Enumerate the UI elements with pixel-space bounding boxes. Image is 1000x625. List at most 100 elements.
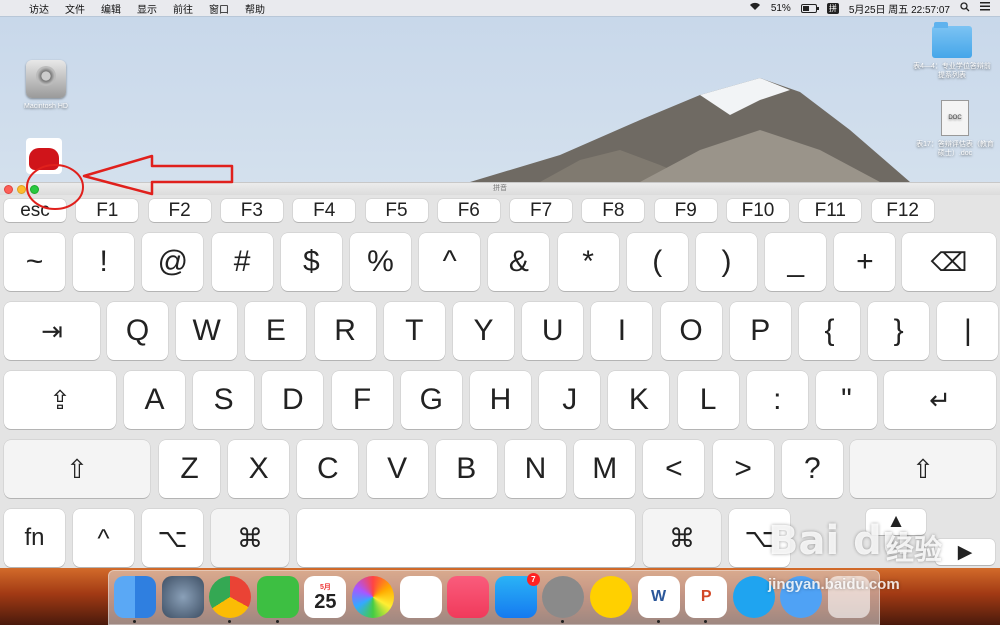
chrome-icon[interactable] [209,576,252,623]
desktop-icon-purse-app[interactable] [26,138,66,174]
battery-icon[interactable] [800,3,819,13]
key-delete[interactable]: ⌫ [902,233,996,291]
key-f10[interactable]: F10 [727,199,789,222]
key-a[interactable]: A [124,371,185,429]
key-m[interactable]: M [574,440,636,498]
key-shift-left[interactable]: ⇧ [4,440,150,498]
key-symbol-9[interactable]: : [746,371,808,429]
key-k[interactable]: K [608,371,670,429]
key-r[interactable]: R [314,302,376,360]
key-shift-right[interactable]: ⇧ [850,440,996,498]
menu-view[interactable]: 显示 [137,1,157,16]
key-c[interactable]: C [297,440,359,498]
key-symbol-11[interactable]: _ [765,233,827,291]
minimize-button[interactable] [17,185,26,194]
key-o[interactable]: O [660,302,722,360]
photos-icon[interactable] [352,576,394,618]
key-z[interactable]: Z [159,440,220,498]
key-v[interactable]: V [366,440,428,498]
menu-finder[interactable]: 访达 [29,1,49,16]
key-p[interactable]: P [729,302,791,360]
key-symbol-6[interactable]: ^ [419,233,481,291]
app-store-icon[interactable]: 7 [494,573,540,618]
key-symbol-7[interactable]: & [488,233,550,291]
launchpad-icon[interactable] [161,576,204,618]
key-f1[interactable]: F1 [76,199,139,222]
key-option-left[interactable]: ⌥ [142,509,203,567]
key-h[interactable]: H [470,371,531,429]
key-symbol-4[interactable]: $ [280,233,342,291]
key-symbol-3[interactable]: # [211,233,273,291]
battery-percent[interactable]: 51% [771,3,791,14]
menu-help[interactable]: 帮助 [245,1,265,16]
numbers-icon[interactable] [399,576,442,618]
calendar-icon[interactable]: 5月 25 [304,576,347,618]
wifi-icon[interactable] [749,2,761,14]
desktop-icon-folder[interactable]: 表4—4：专业学位答辩前提系列表 [912,22,992,80]
key-f2[interactable]: F2 [148,199,211,222]
key-t[interactable]: T [383,302,445,360]
key-symbol-5[interactable]: % [350,233,411,291]
key-esc[interactable]: esc [4,199,66,222]
key-symbol-10[interactable]: " [816,371,877,429]
key-n[interactable]: N [505,440,566,498]
key-symbol-7[interactable]: < [643,440,705,498]
key-i[interactable]: I [591,302,653,360]
key-symbol-12[interactable]: | [937,302,999,360]
key-y[interactable]: Y [453,302,514,360]
key-d[interactable]: D [262,371,324,429]
key-f11[interactable]: F11 [799,199,862,222]
key-symbol-9[interactable]: ( [626,233,688,291]
key-symbol-10[interactable]: ) [696,233,757,291]
key-symbol-2[interactable]: @ [142,233,204,291]
key-fn[interactable]: fn [4,509,65,567]
key-f7[interactable]: F7 [510,199,573,222]
key-f6[interactable]: F6 [437,199,500,222]
menu-file[interactable]: 文件 [65,1,85,16]
key-b[interactable]: B [435,440,497,498]
zoom-button[interactable] [30,185,39,194]
desktop-icon-macintosh-hd[interactable]: Macintosh HD [14,60,78,111]
key-tab[interactable]: ⇥ [4,302,100,360]
spotlight-search-icon[interactable] [960,1,970,15]
key-s[interactable]: S [193,371,255,429]
menu-go[interactable]: 前往 [173,1,193,16]
key-l[interactable]: L [677,371,739,429]
clock[interactable]: 5月25日 周五 22:57:07 [849,1,950,16]
key-symbol-9[interactable]: ? [781,440,843,498]
menu-window[interactable]: 窗口 [209,1,229,16]
key-caps-lock[interactable]: ⇪ [4,371,116,429]
key-symbol-10[interactable]: { [799,302,860,360]
key-symbol-0[interactable]: ~ [4,233,65,291]
video-player-icon[interactable] [590,576,632,618]
key-symbol-11[interactable]: } [868,302,930,360]
music-icon[interactable] [447,576,490,618]
word-icon[interactable]: W [637,576,680,623]
key-control[interactable]: ^ [73,509,134,567]
key-f12[interactable]: F12 [871,199,934,222]
key-j[interactable]: J [539,371,601,429]
key-e[interactable]: E [245,302,307,360]
key-symbol-8[interactable]: > [712,440,774,498]
finder-icon[interactable] [114,576,156,623]
key-x[interactable]: X [228,440,290,498]
key-q[interactable]: Q [107,302,168,360]
input-method-icon[interactable]: 拼 [826,2,839,14]
desktop-icon-doc[interactable]: DOC 表17：答辩评估表（教育硕士）.doc [915,100,995,158]
wechat-icon[interactable] [256,576,299,623]
key-f[interactable]: F [331,371,393,429]
key-g[interactable]: G [400,371,462,429]
menu-edit[interactable]: 编辑 [101,1,121,16]
key-symbol-1[interactable]: ! [73,233,135,291]
key-f9[interactable]: F9 [654,199,717,222]
key-space[interactable] [297,509,635,567]
key-symbol-8[interactable]: * [557,233,619,291]
notification-center-icon[interactable] [980,2,990,14]
system-preferences-icon[interactable] [542,576,585,623]
close-button[interactable] [4,185,13,194]
key-command-right[interactable]: ⌘ [643,509,721,567]
powerpoint-icon[interactable]: P [685,576,728,623]
key-command-left[interactable]: ⌘ [211,509,289,567]
window-titlebar[interactable]: 拼音 [0,183,1000,195]
key-symbol-12[interactable]: + [834,233,896,291]
